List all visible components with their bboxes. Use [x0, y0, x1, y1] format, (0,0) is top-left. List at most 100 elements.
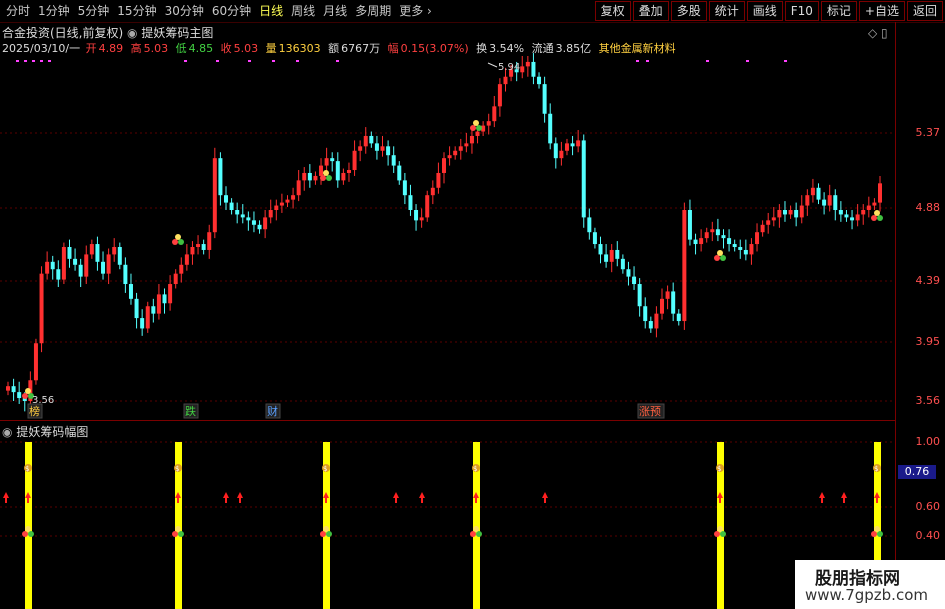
candle-body: [67, 247, 72, 259]
candle-body: [749, 244, 754, 255]
candle-body: [710, 229, 715, 233]
candle-body: [61, 247, 66, 280]
candle-body: [447, 155, 452, 159]
candle-body: [816, 187, 821, 200]
up-arrow-icon: [5, 498, 7, 503]
candle-body: [324, 158, 329, 166]
sub-indicator-name[interactable]: 提妖筹码幅图: [16, 425, 88, 439]
candle-body: [486, 121, 491, 126]
candle-body: [291, 195, 296, 200]
chip-marker-icon: [714, 255, 720, 261]
candle-body: [676, 313, 681, 322]
money-bag-glyph: $: [323, 465, 327, 473]
chip-marker-icon: [476, 531, 482, 537]
candle-body: [782, 209, 787, 215]
sub-axis-label: 0.60: [915, 500, 941, 513]
candle-body: [648, 321, 653, 329]
candle-body: [654, 313, 659, 329]
chip-marker-icon: [717, 526, 723, 532]
chip-marker-icon: [720, 255, 726, 261]
candle-body: [363, 135, 368, 147]
candle-body: [251, 220, 256, 225]
signal-dot: [784, 60, 787, 62]
candle-body: [11, 386, 16, 393]
candle-body: [263, 217, 268, 230]
chip-marker-icon: [720, 531, 726, 537]
settings-icon[interactable]: ◉: [2, 425, 12, 439]
candle-body: [140, 318, 145, 329]
signal-dot: [216, 60, 219, 62]
candle-body: [542, 84, 547, 114]
candle-body: [738, 247, 743, 250]
candle-body: [134, 298, 139, 319]
up-arrow-icon: [843, 498, 845, 503]
candle-body: [229, 202, 234, 210]
candle-body: [855, 214, 860, 221]
candle-body: [570, 143, 575, 147]
candle-body: [458, 146, 463, 151]
candle-body: [475, 131, 480, 136]
signal-badge-label: 涨预: [639, 405, 661, 418]
chip-marker-icon: [320, 175, 326, 181]
signal-dot: [706, 60, 709, 62]
candle-body: [687, 209, 692, 240]
candle-body: [743, 249, 748, 255]
candle-body: [850, 217, 855, 221]
up-arrow-icon: [419, 492, 425, 498]
candle-body: [408, 195, 413, 210]
candle-body: [469, 135, 474, 144]
candle-body: [844, 214, 849, 218]
candle-body: [537, 76, 542, 85]
chip-marker-icon: [320, 531, 326, 537]
candle-body: [598, 244, 603, 255]
candle-body: [341, 172, 346, 181]
candle-body: [788, 209, 793, 215]
candle-body: [56, 269, 61, 280]
signal-dot: [296, 60, 299, 62]
up-arrow-icon: [475, 498, 477, 503]
money-bag-glyph: $: [175, 465, 179, 473]
candle-body: [73, 258, 78, 265]
up-arrow-icon: [239, 498, 241, 503]
signal-dot: [646, 60, 649, 62]
signal-dot: [746, 60, 749, 62]
candle-body: [531, 61, 536, 77]
chip-marker-icon: [172, 531, 178, 537]
chip-marker-icon: [25, 526, 31, 532]
candle-body: [810, 187, 815, 196]
candle-body: [268, 209, 273, 218]
kline-chart[interactable]: 5.94 3.56 榜 跌 财 涨预 $ $ $ $ $ $: [0, 0, 945, 609]
price-axis-label: 3.56: [915, 394, 941, 407]
price-axis: 5.37 4.88 4.39 3.95 3.56 1.00 0.60 0.40: [895, 22, 945, 609]
candle-body: [33, 343, 38, 381]
candle-body: [151, 306, 156, 314]
candle-body: [123, 264, 128, 285]
up-arrow-icon: [223, 492, 229, 498]
chip-marker-icon: [874, 526, 880, 532]
candle-body: [335, 161, 340, 181]
chip-marker-icon: [323, 170, 329, 176]
candle-body: [833, 195, 838, 210]
candle-body: [156, 294, 161, 314]
pane-separator[interactable]: [0, 420, 895, 421]
candle-body: [822, 199, 827, 206]
candle-body: [184, 254, 189, 265]
candle-body: [766, 220, 771, 225]
candle-body: [699, 238, 704, 245]
candle-body: [878, 183, 882, 203]
candle-body: [866, 205, 871, 210]
candle-body: [732, 244, 737, 248]
price-axis-label: 4.39: [915, 274, 941, 287]
candle-body: [414, 209, 419, 221]
candle-body: [425, 195, 430, 218]
up-arrow-icon: [237, 492, 243, 498]
candle-body: [201, 244, 206, 250]
candle-body: [520, 66, 525, 73]
up-arrow-icon: [177, 498, 179, 503]
price-axis-label: 4.88: [915, 201, 941, 214]
candle-body: [279, 202, 284, 206]
up-arrow-icon: [395, 498, 397, 503]
candle-body: [576, 140, 581, 147]
candle-body: [50, 261, 55, 270]
up-arrow-icon: [544, 498, 546, 503]
